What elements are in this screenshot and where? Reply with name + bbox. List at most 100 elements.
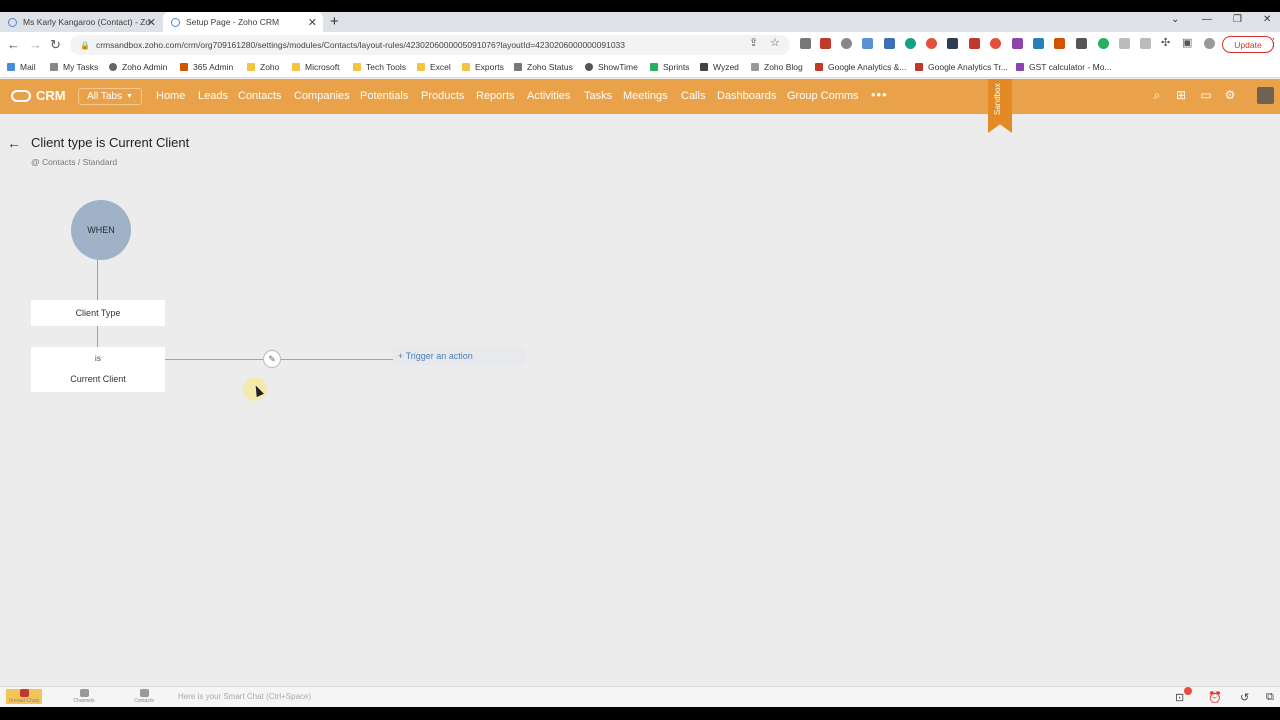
zoho-favicon-icon [8, 17, 17, 27]
update-button[interactable]: Update [1222, 36, 1274, 53]
folder-icon [353, 63, 361, 71]
side-panel-icon[interactable]: ▣ [1182, 36, 1192, 49]
bookmark-365-admin[interactable]: 365 Admin [180, 62, 233, 72]
bookmark-excel[interactable]: Excel [417, 62, 451, 72]
channels-button[interactable]: Channels [66, 689, 102, 704]
bookmark-google-analytics[interactable]: Google Analytics &... [815, 62, 906, 72]
nav-products[interactable]: Products [421, 90, 464, 102]
extension-icon[interactable] [969, 38, 980, 49]
nav-potentials[interactable]: Potentials [360, 90, 408, 102]
extension-icon[interactable] [1012, 38, 1023, 49]
nav-group-comms[interactable]: Group Comms [787, 90, 859, 102]
contacts-icon [139, 689, 149, 697]
extension-icon[interactable] [841, 38, 852, 49]
extension-icon[interactable] [800, 38, 811, 49]
reload-icon[interactable]: ↻ [50, 37, 61, 53]
extension-icon[interactable] [926, 38, 937, 49]
minimize-icon[interactable]: — [1202, 14, 1212, 25]
bookmark-google-analytics-tr[interactable]: Google Analytics Tr... [915, 62, 1008, 72]
tab-contact[interactable]: Ms Karly Kangaroo (Contact) - Zo ✕ [0, 12, 162, 32]
extension-icon[interactable] [1119, 38, 1130, 49]
browser-window: Ms Karly Kangaroo (Contact) - Zo ✕ Setup… [0, 12, 1280, 707]
nav-home[interactable]: Home [156, 90, 185, 102]
bookmark-gst-calculator[interactable]: GST calculator - Mo... [1016, 62, 1112, 72]
smart-chat-input[interactable]: Here is your Smart Chat (Ctrl+Space) [178, 692, 311, 701]
avatar[interactable] [1257, 87, 1274, 104]
close-icon[interactable]: ✕ [308, 16, 317, 29]
extension-icon[interactable] [990, 38, 1001, 49]
bookmark-showtime[interactable]: ShowTime [585, 62, 638, 72]
expand-icon[interactable]: ⧉ [1266, 691, 1274, 704]
extension-icon[interactable] [1076, 38, 1087, 49]
bookmark-zoho-blog[interactable]: Zoho Blog [751, 62, 803, 72]
condition-value-card[interactable]: is Current Client [31, 347, 165, 392]
nav-companies[interactable]: Companies [294, 90, 350, 102]
nav-activities[interactable]: Activities [527, 90, 570, 102]
nav-tasks[interactable]: Tasks [584, 90, 612, 102]
unread-chats-button[interactable]: Unread Chats [6, 689, 42, 704]
tab-search-icon[interactable]: ⌄ [1171, 14, 1179, 25]
profile-icon[interactable] [1204, 38, 1215, 49]
bookmark-exports[interactable]: Exports [462, 62, 504, 72]
all-tabs-dropdown[interactable]: All Tabs ▼ [78, 88, 142, 105]
extension-icon[interactable] [905, 38, 916, 49]
share-icon[interactable]: ⇪ [749, 36, 758, 49]
nav-meetings[interactable]: Meetings [623, 90, 668, 102]
check-icon [50, 63, 58, 71]
contacts-button[interactable]: Contacts [126, 689, 162, 704]
condition-field-card[interactable]: Client Type [31, 300, 165, 326]
extension-icon[interactable] [1054, 38, 1065, 49]
bookmark-zoho[interactable]: Zoho [247, 62, 279, 72]
crm-logo[interactable]: CRM [11, 88, 66, 103]
gear-icon[interactable]: ⚙ [1223, 88, 1237, 102]
close-icon[interactable]: ✕ [147, 16, 156, 29]
url-input[interactable]: 🔒 crmsandbox.zoho.com/crm/org709161280/s… [70, 35, 790, 55]
new-tab-icon[interactable]: + [330, 13, 339, 30]
connector-line [281, 359, 393, 360]
extension-icon[interactable] [1140, 38, 1151, 49]
more-icon[interactable]: ••• [871, 87, 888, 102]
extension-icon[interactable] [884, 38, 895, 49]
trigger-action-link[interactable]: + Trigger an action [393, 347, 526, 365]
calendar-icon[interactable]: ▭ [1199, 88, 1213, 102]
bookmarks-bar: Mail My Tasks Zoho Admin 365 Admin Zoho … [0, 58, 1280, 78]
extension-icon[interactable] [1033, 38, 1044, 49]
extension-icon[interactable] [820, 38, 831, 49]
wyzed-icon [700, 63, 708, 71]
back-arrow-icon[interactable]: ← [7, 135, 21, 151]
extension-icon[interactable] [1098, 38, 1109, 49]
alarm-icon[interactable]: ⏰ [1208, 691, 1222, 704]
nav-leads[interactable]: Leads [198, 90, 228, 102]
create-icon[interactable]: ⊞ [1174, 88, 1188, 102]
nav-contacts[interactable]: Contacts [238, 90, 281, 102]
extension-icon[interactable] [947, 38, 958, 49]
nav-reports[interactable]: Reports [476, 90, 515, 102]
status-icon [514, 63, 522, 71]
back-icon[interactable]: ← [7, 37, 20, 52]
bookmark-zoho-status[interactable]: Zoho Status [514, 62, 573, 72]
bookmark-sprints[interactable]: Sprints [650, 62, 689, 72]
forward-icon[interactable]: → [29, 37, 42, 52]
close-window-icon[interactable]: ✕ [1263, 14, 1271, 25]
bookmark-wyzed[interactable]: Wyzed [700, 62, 739, 72]
restore-icon[interactable]: ❐ [1233, 14, 1242, 25]
bookmark-tech-tools[interactable]: Tech Tools [353, 62, 406, 72]
bookmark-mail[interactable]: Mail [7, 62, 36, 72]
nav-dashboards[interactable]: Dashboards [717, 90, 776, 102]
search-icon[interactable]: ⌕ [1150, 88, 1164, 102]
menu-icon[interactable]: ⋮ [1268, 36, 1279, 49]
tab-setup-page[interactable]: Setup Page - Zoho CRM ✕ [163, 12, 323, 32]
edit-condition-button[interactable]: ✎ [263, 350, 281, 368]
bookmark-microsoft[interactable]: Microsoft [292, 62, 339, 72]
page-title: Client type is Current Client [31, 135, 190, 150]
folder-icon [417, 63, 425, 71]
extensions-puzzle-icon[interactable]: ✣ [1161, 36, 1170, 49]
history-icon[interactable]: ↺ [1240, 691, 1249, 704]
extension-icon[interactable] [862, 38, 873, 49]
bookmark-star-icon[interactable]: ☆ [770, 36, 780, 49]
office-icon [180, 63, 188, 71]
bookmark-my-tasks[interactable]: My Tasks [50, 62, 98, 72]
nav-calls[interactable]: Calls [681, 90, 705, 102]
bookmark-zoho-admin[interactable]: Zoho Admin [109, 62, 167, 72]
notification-icon[interactable]: ⊡ [1175, 691, 1184, 704]
